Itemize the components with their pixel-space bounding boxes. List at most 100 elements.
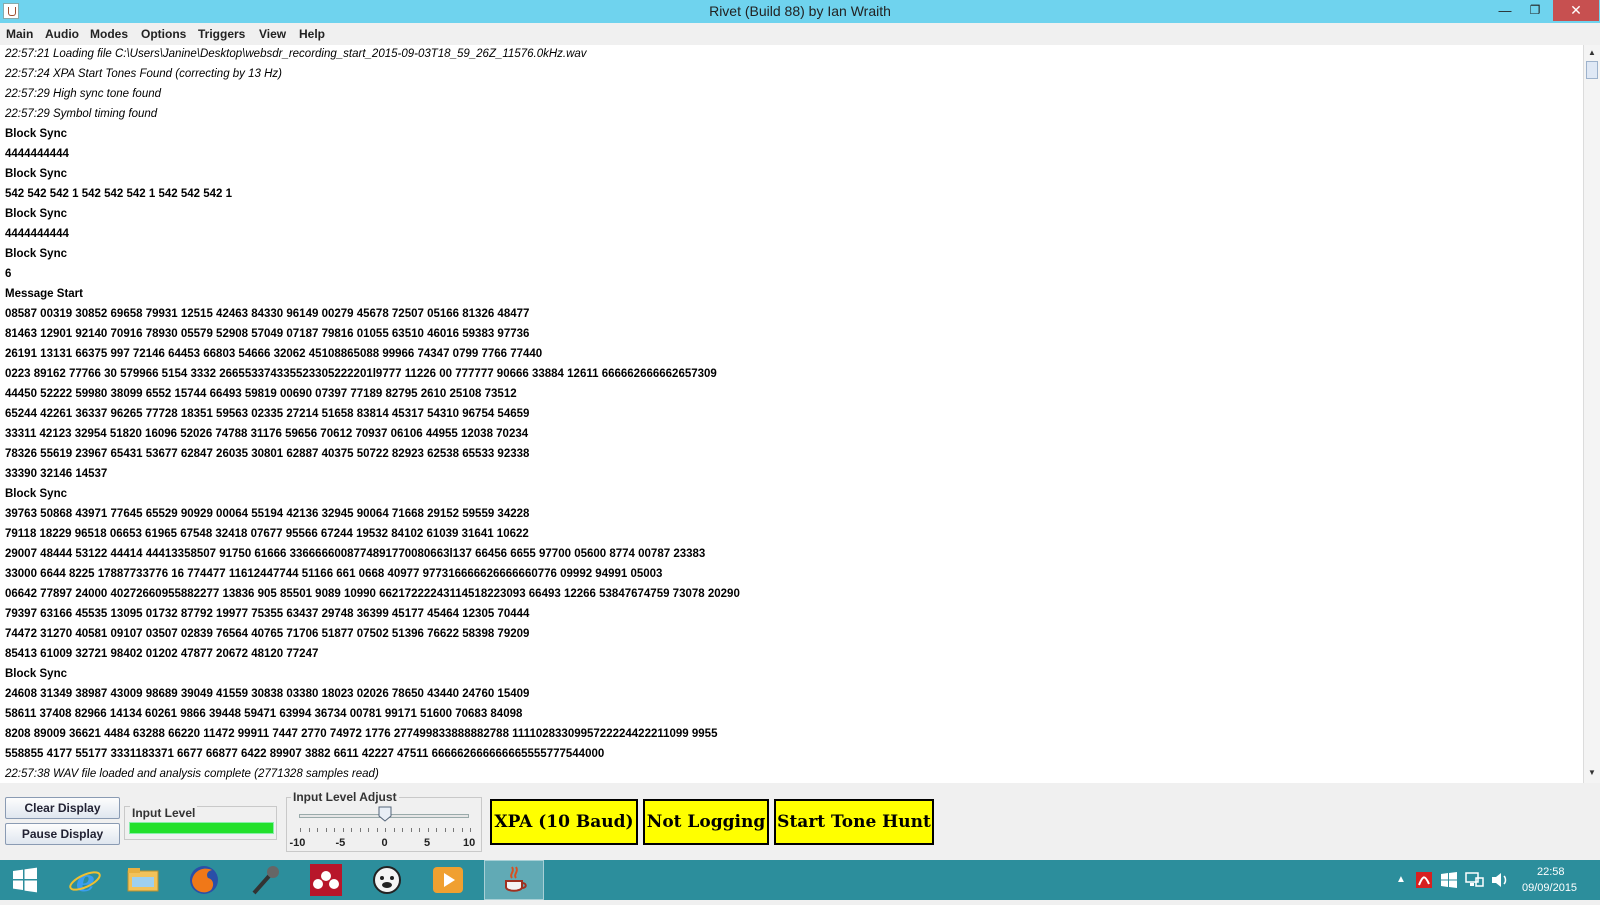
slider-tick — [453, 828, 454, 832]
slider-tick — [325, 828, 327, 832]
slider-tick — [359, 828, 361, 832]
log-line: 06642 77897 24000 40272660955882277 1383… — [5, 588, 740, 600]
menu-main[interactable]: Main — [6, 27, 33, 41]
network-tray-icon[interactable] — [1464, 871, 1484, 889]
log-line: 81463 12901 92140 70916 78930 05579 5290… — [5, 328, 530, 340]
log-line: 8208 89009 36621 4484 63288 66220 11472 … — [5, 728, 718, 740]
firefox-icon[interactable] — [175, 860, 233, 900]
acrobat-tray-icon[interactable] — [1415, 871, 1433, 889]
log-line: Block Sync — [5, 128, 67, 140]
scroll-down-icon[interactable]: ▼ — [1586, 767, 1598, 779]
log-line: 558855 4177 55177 3331183371 6677 66877 … — [5, 748, 605, 760]
log-line: 0223 89162 77766 30 579966 5154 3332 266… — [5, 368, 717, 380]
log-line: 22:57:38 WAV file loaded and analysis co… — [5, 768, 379, 780]
slider-tick-label: 0 — [381, 837, 388, 849]
log-line: 22:57:21 Loading file C:\Users\Janine\De… — [5, 48, 587, 60]
volume-tray-icon[interactable] — [1490, 871, 1510, 889]
tray-expand-icon[interactable]: ▲ — [1396, 874, 1406, 885]
minimize-icon[interactable]: — — [1492, 0, 1518, 21]
slider-tick — [368, 828, 369, 832]
log-line: 85413 61009 32721 98402 01202 47877 2067… — [5, 648, 319, 660]
slider-tick — [402, 828, 403, 832]
log-line: 33000 6644 8225 17887733776 16 774477 11… — [5, 568, 663, 580]
windows-tray-icon[interactable] — [1440, 871, 1458, 889]
microphone-icon[interactable] — [236, 860, 294, 900]
log-line: 65244 42261 36337 96265 77728 18351 5956… — [5, 408, 530, 420]
java-taskbar-icon[interactable] — [484, 860, 544, 900]
log-line: Block Sync — [5, 668, 67, 680]
input-level-meter — [129, 822, 274, 834]
vertical-scrollbar[interactable]: ▲ ▼ — [1583, 45, 1600, 783]
log-line: 4444444444 — [5, 228, 69, 240]
log-line: 22:57:29 High sync tone found — [5, 88, 162, 100]
menu-audio[interactable]: Audio — [45, 27, 79, 41]
log-line: 24608 31349 38987 43009 98689 39049 4155… — [5, 688, 530, 700]
log-line: Block Sync — [5, 168, 67, 180]
log-line: Block Sync — [5, 488, 67, 500]
clock-time[interactable]: 22:58 — [1537, 866, 1565, 878]
taskbar: e ▲ — [0, 860, 1600, 900]
menu-view[interactable]: View — [259, 27, 286, 41]
input-level-label: Input Level — [130, 806, 198, 820]
slider-tick — [317, 828, 318, 832]
log-line: 29007 48444 53122 44414 44413358507 9175… — [5, 548, 706, 560]
log-line: Message Start — [5, 288, 83, 300]
media-player-icon[interactable] — [419, 860, 477, 900]
slider-tick — [385, 828, 386, 832]
log-line: 542 542 542 1 542 542 542 1 542 542 542 … — [5, 188, 233, 200]
menu-triggers[interactable]: Triggers — [198, 27, 245, 41]
slider-tick — [436, 828, 437, 832]
pause-display-button[interactable]: Pause Display — [5, 823, 120, 845]
logging-button[interactable]: Not Logging — [643, 799, 769, 845]
slider-tick — [393, 828, 395, 832]
slider-tick — [444, 828, 446, 832]
scroll-up-icon[interactable]: ▲ — [1586, 47, 1598, 59]
slider-tick — [427, 828, 429, 832]
slider-thumb-icon[interactable] — [378, 806, 392, 822]
start-windows-icon[interactable] — [8, 860, 46, 900]
log-line: 33390 32146 14537 — [5, 468, 108, 480]
log-line: 79397 63166 45535 13095 01732 87792 1997… — [5, 608, 530, 620]
log-line: 6 — [5, 268, 12, 280]
file-explorer-icon[interactable] — [114, 860, 172, 900]
mode-xpa-button[interactable]: XPA (10 Baud) — [490, 799, 638, 845]
clock-date[interactable]: 09/09/2015 — [1522, 882, 1577, 894]
restore-icon[interactable]: ❐ — [1522, 0, 1548, 21]
clear-display-button[interactable]: Clear Display — [5, 797, 120, 819]
slider-tick-label: -5 — [335, 837, 346, 849]
slider-tick — [376, 828, 378, 832]
log-line: 22:57:24 XPA Start Tones Found (correcti… — [5, 68, 282, 80]
menu-options[interactable]: Options — [141, 27, 186, 41]
window-title: Rivet (Build 88) by Ian Wraith — [709, 3, 891, 19]
log-line: Block Sync — [5, 208, 67, 220]
input-level-adjust-label: Input Level Adjust — [291, 790, 399, 804]
slider-tick — [334, 828, 335, 832]
start-tone-hunt-button[interactable]: Start Tone Hunt — [774, 799, 934, 845]
log-line: 79118 18229 96518 06653 61965 67548 3241… — [5, 528, 529, 540]
scroll-thumb[interactable] — [1586, 61, 1598, 79]
mendeley-icon[interactable] — [297, 860, 355, 900]
slider-tick-label: 10 — [463, 837, 476, 849]
log-line: 4444444444 — [5, 148, 69, 160]
log-line: Block Sync — [5, 248, 67, 260]
slider-tick — [419, 828, 420, 832]
menu-bar: Main Audio Modes Options Triggers View H… — [0, 23, 1600, 45]
slider-tick-label: -10 — [289, 837, 306, 849]
menu-modes[interactable]: Modes — [90, 27, 128, 41]
slider-tick — [461, 828, 463, 832]
log-line: 08587 00319 30852 69658 79931 12515 4246… — [5, 308, 530, 320]
log-line: 26191 13131 66375 997 72146 64453 66803 … — [5, 348, 543, 360]
slider-tick — [410, 828, 412, 832]
log-line: 33311 42123 32954 51820 16096 52026 7478… — [5, 428, 529, 440]
log-line: 22:57:29 Symbol timing found — [5, 108, 158, 120]
slider-tick — [342, 828, 344, 832]
svg-text:e: e — [76, 864, 95, 897]
menu-help[interactable]: Help — [299, 27, 325, 41]
log-line: 78326 55619 23967 65431 53677 62847 2603… — [5, 448, 530, 460]
slider-tick — [351, 828, 352, 832]
log-display[interactable]: 22:57:21 Loading file C:\Users\Janine\De… — [0, 45, 1583, 783]
internet-explorer-icon[interactable]: e — [60, 860, 110, 900]
slider-tick-label: 5 — [424, 837, 431, 849]
close-icon[interactable]: ✕ — [1553, 0, 1599, 21]
sheep-app-icon[interactable] — [358, 860, 416, 900]
